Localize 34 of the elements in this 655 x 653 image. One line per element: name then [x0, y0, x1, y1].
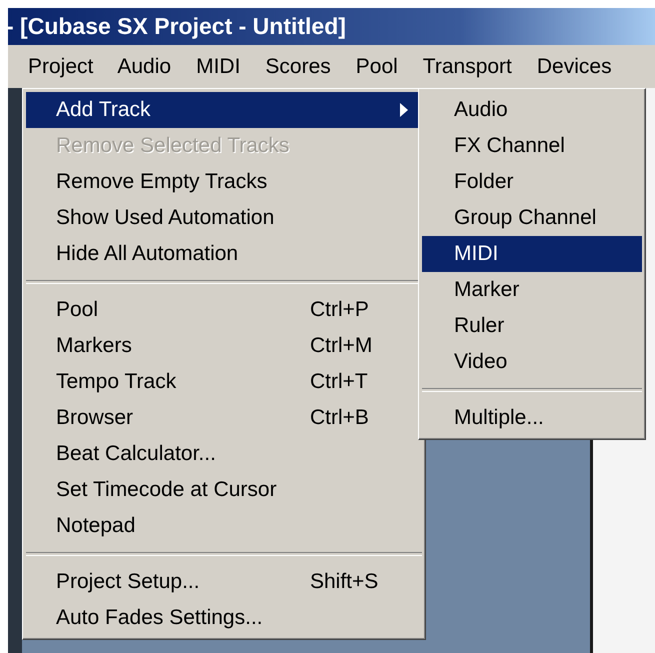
menu-title[interactable]: MIDI: [183, 50, 252, 84]
menu-item[interactable]: Video: [422, 344, 642, 380]
menu-item[interactable]: Notepad: [26, 508, 422, 544]
menu-item[interactable]: Show Used Automation: [26, 200, 422, 236]
submenu-arrow-icon: [400, 103, 408, 117]
menu-item[interactable]: Multiple...: [422, 400, 642, 436]
menu-title[interactable]: Audio: [104, 50, 184, 84]
shortcut-label: Ctrl+M: [310, 334, 372, 358]
menu-title[interactable]: Pool: [342, 50, 410, 84]
menu-title[interactable]: Scores: [252, 50, 343, 84]
menu-item[interactable]: Tempo Track Ctrl+T: [26, 364, 422, 400]
menu-title[interactable]: Project: [16, 50, 104, 82]
menu-item[interactable]: MIDI: [422, 236, 642, 272]
shortcut-label: Ctrl+P: [310, 298, 369, 322]
menu-title[interactable]: Transport: [410, 50, 524, 84]
menu-title[interactable]: Devices: [524, 50, 624, 84]
menu-item[interactable]: Set Timecode at Cursor: [26, 472, 422, 508]
menu-item[interactable]: Audio: [422, 92, 642, 128]
menu-item[interactable]: Project Setup... Shift+S: [26, 564, 422, 600]
shortcut-label: Ctrl+T: [310, 370, 368, 394]
menu-item[interactable]: Group Channel: [422, 200, 642, 236]
menu-item[interactable]: Markers Ctrl+M: [26, 328, 422, 364]
menu-item[interactable]: Auto Fades Settings...: [26, 600, 422, 636]
menu-item[interactable]: Remove Empty Tracks: [26, 164, 422, 200]
menu-item[interactable]: Beat Calculator...: [26, 436, 422, 472]
menu-item[interactable]: Pool Ctrl+P: [26, 292, 422, 328]
menu-item[interactable]: Ruler: [422, 308, 642, 344]
menu-item[interactable]: Marker: [422, 272, 642, 308]
menu-item[interactable]: FX Channel: [422, 128, 642, 164]
menu-item[interactable]: Folder: [422, 164, 642, 200]
shortcut-label: Ctrl+B: [310, 406, 369, 430]
menu-item[interactable]: Browser Ctrl+B: [26, 400, 422, 436]
shortcut-label: Shift+S: [310, 570, 378, 594]
menu-item[interactable]: Hide All Automation: [26, 236, 422, 272]
